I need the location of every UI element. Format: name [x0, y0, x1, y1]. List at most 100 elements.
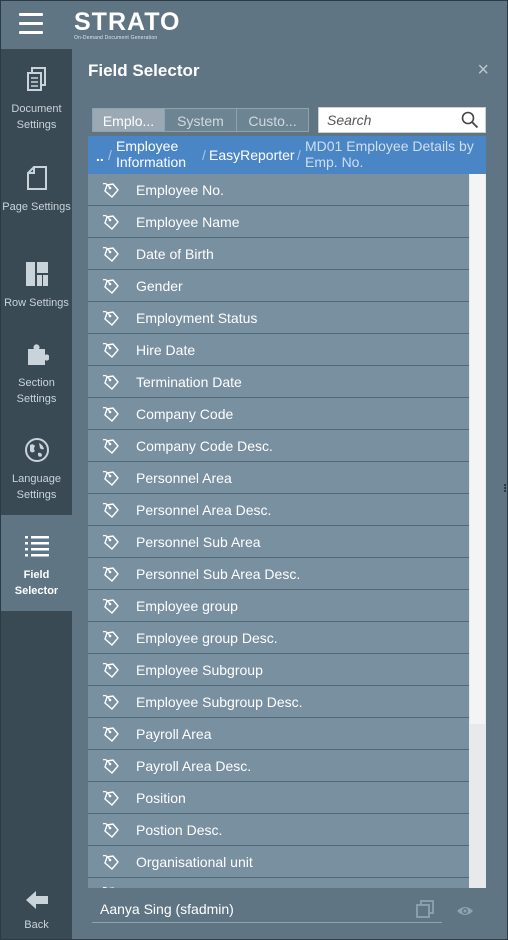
field-row[interactable]: Position	[88, 782, 469, 814]
document-icon	[26, 67, 46, 91]
eye-icon[interactable]	[456, 904, 474, 918]
breadcrumb-root[interactable]: ..	[96, 148, 104, 164]
panel-title: Field Selector	[88, 61, 200, 80]
field-row[interactable]: Employee Name	[88, 206, 469, 238]
tag-icon	[102, 213, 130, 231]
left-sidebar: Document Settings Page Settings Row Sett…	[1, 49, 72, 939]
back-label: Back	[24, 919, 49, 931]
field-selector-panel: Field Selector × Emplo... System Custo..…	[72, 49, 507, 939]
field-label: Hire Date	[136, 341, 196, 358]
breadcrumb-separator: /	[108, 147, 112, 163]
field-label: Employee Subgroup	[136, 661, 263, 678]
field-row[interactable]: Employee No.	[88, 174, 469, 206]
tag-icon	[102, 501, 130, 519]
field-row[interactable]: Employment Status	[88, 302, 469, 334]
field-row[interactable]: Company Code	[88, 398, 469, 430]
field-label: Date of Birth	[136, 245, 214, 262]
sidebar-item-row-settings[interactable]: Row Settings	[1, 261, 72, 311]
copy-icon[interactable]	[416, 900, 434, 918]
field-label: Payroll Area	[136, 725, 212, 742]
breadcrumb-employee-information[interactable]: Employee Information	[116, 138, 200, 170]
back-button[interactable]: Back	[1, 889, 72, 931]
sidebar-item-field-selector[interactable]: Field Selector	[1, 515, 72, 611]
breadcrumb-separator: /	[202, 147, 206, 163]
field-row[interactable]: Termination Date	[88, 366, 469, 398]
field-label: Personnel Sub Area Desc.	[136, 565, 301, 582]
field-row[interactable]: Company Code Desc.	[88, 430, 469, 462]
sidebar-item-label: Page Settings	[2, 201, 71, 213]
field-row[interactable]: Organisational unit	[88, 846, 469, 878]
field-row[interactable]: Employee Subgroup Desc.	[88, 686, 469, 718]
tag-icon	[102, 789, 130, 807]
field-label: Postion Desc.	[136, 821, 223, 838]
tag-icon	[102, 597, 130, 615]
field-row[interactable]: Postion Desc.	[88, 814, 469, 846]
tag-icon	[102, 437, 130, 455]
tag-icon	[102, 565, 130, 583]
tag-icon	[102, 309, 130, 327]
list-icon	[24, 536, 49, 557]
search-input[interactable]	[319, 108, 459, 132]
field-label: Gender	[136, 277, 183, 294]
field-row[interactable]: Employee group	[88, 590, 469, 622]
search-box	[318, 107, 486, 133]
field-label: Personnel Area	[136, 469, 232, 486]
hamburger-menu-icon[interactable]	[19, 13, 43, 35]
user-footer: Aanya Sing (sfadmin)	[92, 897, 442, 923]
sidebar-item-label: Field Selector	[14, 569, 59, 597]
source-tabs: Emplo... System Custo...	[92, 108, 309, 132]
field-row[interactable]: Personnel Sub Area	[88, 526, 469, 558]
tag-icon	[102, 341, 130, 359]
sidebar-item-section-settings[interactable]: Section Settings	[1, 341, 72, 407]
tag-icon	[102, 245, 130, 263]
sidebar-item-label: Language Settings	[12, 473, 61, 501]
tag-icon	[102, 405, 130, 423]
field-row[interactable]: Hire Date	[88, 334, 469, 366]
sidebar-item-label: Section Settings	[16, 377, 57, 405]
field-row[interactable]: Personnel Area Desc.	[88, 494, 469, 526]
field-label: Company Code Desc.	[136, 437, 273, 454]
search-icon[interactable]	[461, 111, 479, 129]
scrollbar-thumb[interactable]	[470, 174, 485, 724]
field-label: Personnel Area Desc.	[136, 501, 272, 518]
resize-handle[interactable]	[503, 483, 507, 497]
field-row[interactable]: Gender	[88, 270, 469, 302]
field-list: Employee No. Employee Name Date of Birth Ge…	[88, 174, 469, 888]
field-row[interactable]	[88, 878, 469, 888]
scrollbar[interactable]	[469, 174, 486, 888]
sidebar-item-language-settings[interactable]: Language Settings	[1, 437, 72, 503]
field-label: Payroll Area Desc.	[136, 757, 252, 774]
close-icon[interactable]: ×	[477, 59, 489, 82]
tab-custom[interactable]: Custo...	[236, 108, 309, 132]
breadcrumb: .. / Employee Information / EasyReporter…	[88, 136, 486, 174]
field-label: Personnel Sub Area	[136, 533, 261, 550]
field-label: Employee Name	[136, 213, 240, 230]
puzzle-icon	[27, 344, 49, 365]
sidebar-item-label: Document Settings	[11, 103, 62, 131]
field-row[interactable]: Employee group Desc.	[88, 622, 469, 654]
sidebar-item-document-settings[interactable]: Document Settings	[1, 67, 72, 133]
back-arrow-icon	[25, 891, 48, 909]
field-row[interactable]: Employee Subgroup	[88, 654, 469, 686]
sidebar-item-label: Row Settings	[4, 297, 69, 309]
row-layout-icon	[25, 262, 48, 286]
page-icon	[26, 166, 47, 190]
tag-icon	[102, 821, 130, 839]
field-row[interactable]: Payroll Area Desc.	[88, 750, 469, 782]
tab-employee[interactable]: Emplo...	[92, 108, 165, 132]
field-list-container: Employee No. Employee Name Date of Birth Ge…	[88, 174, 486, 888]
tag-icon	[102, 757, 130, 775]
tab-system[interactable]: System	[164, 108, 237, 132]
globe-icon	[24, 438, 49, 462]
breadcrumb-easyreporter[interactable]: EasyReporter	[209, 147, 295, 163]
field-row[interactable]: Personnel Sub Area Desc.	[88, 558, 469, 590]
sidebar-item-page-settings[interactable]: Page Settings	[1, 165, 72, 215]
field-label: Employment Status	[136, 309, 258, 326]
field-label: Employee No.	[136, 181, 224, 198]
logo-title: STRATO	[74, 8, 181, 36]
tag-icon	[102, 181, 130, 199]
field-row[interactable]: Date of Birth	[88, 238, 469, 270]
strato-logo: STRATO On-Demand Document Generation	[74, 9, 180, 41]
field-row[interactable]: Personnel Area	[88, 462, 469, 494]
field-row[interactable]: Payroll Area	[88, 718, 469, 750]
